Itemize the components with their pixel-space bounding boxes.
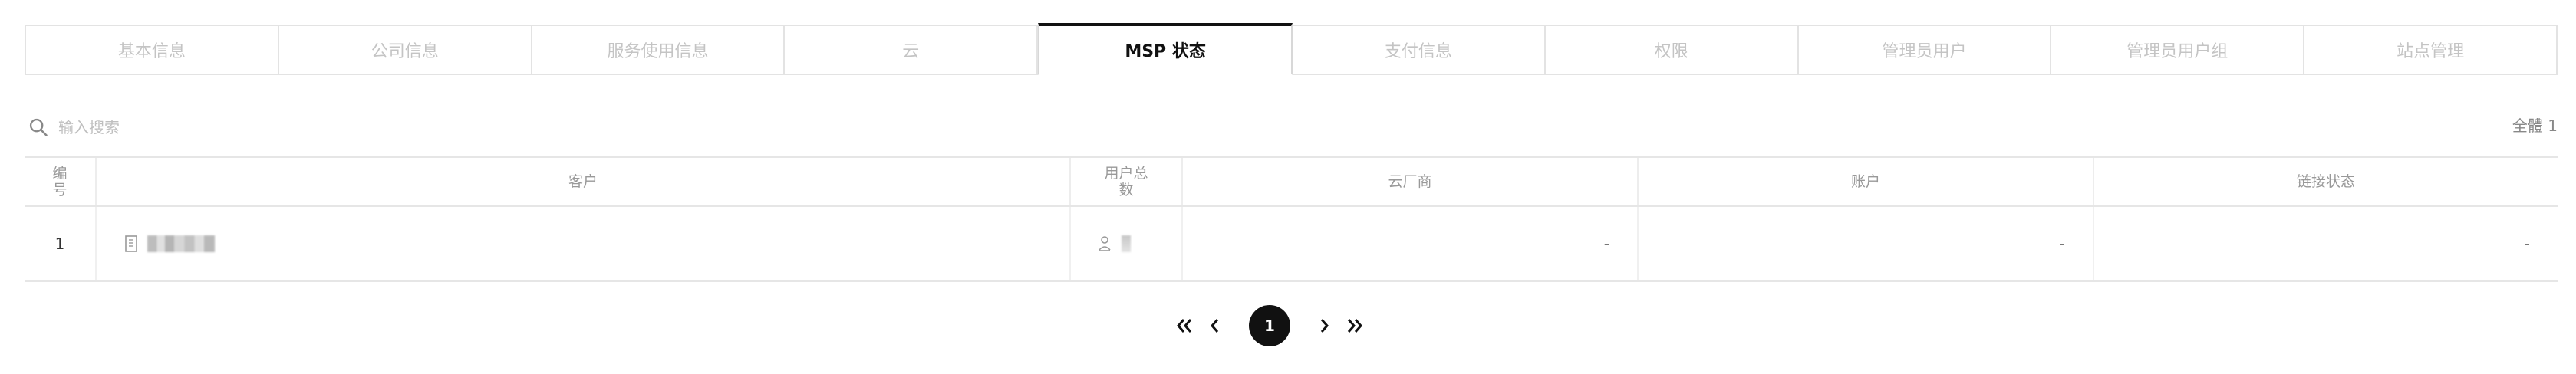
tab-admin-users[interactable]: 管理员用户: [1798, 25, 2052, 75]
tab-site-management[interactable]: 站点管理: [2304, 25, 2558, 75]
search-input[interactable]: [58, 118, 365, 136]
cell-account: -: [1639, 207, 2094, 280]
tab-bar: 基本信息 公司信息 服务使用信息 云 MSP 状态 支付信息 权限 管理员用户 …: [25, 23, 2558, 75]
user-count-redacted: [1122, 235, 1131, 252]
tab-basic-info[interactable]: 基本信息: [25, 25, 279, 75]
user-icon: [1099, 236, 1111, 251]
header-number[interactable]: 编号: [25, 158, 97, 205]
tab-company-info[interactable]: 公司信息: [278, 25, 532, 75]
header-customer[interactable]: 客户: [97, 158, 1071, 205]
page-number-current[interactable]: 1: [1249, 305, 1290, 346]
tab-msp-status[interactable]: MSP 状态: [1038, 23, 1293, 75]
pagination: 1: [1169, 305, 1370, 346]
cell-cloud-vendor: -: [1183, 207, 1639, 280]
cell-user-count: [1071, 207, 1183, 280]
table-row[interactable]: 1 - - -: [25, 207, 2558, 282]
header-account[interactable]: 账户: [1639, 158, 2094, 205]
tab-cloud[interactable]: 云: [785, 25, 1039, 75]
search-icon[interactable]: [28, 116, 49, 138]
next-page-button[interactable]: [1309, 310, 1339, 341]
customer-name-redacted: [147, 235, 215, 252]
chevrons-left-icon: [1177, 319, 1192, 333]
header-cloud-vendor[interactable]: 云厂商: [1183, 158, 1639, 205]
prev-page-button[interactable]: [1200, 310, 1230, 341]
header-user-count[interactable]: 用户总数: [1071, 158, 1183, 205]
header-user-count-label: 用户总数: [1104, 165, 1148, 198]
search-bar: [28, 113, 365, 141]
cell-customer[interactable]: [97, 207, 1071, 280]
last-page-button[interactable]: [1339, 310, 1370, 341]
header-number-label: 编号: [52, 165, 68, 198]
tab-payment-info[interactable]: 支付信息: [1292, 25, 1546, 75]
cell-number: 1: [25, 207, 97, 280]
table-header: 编号 客户 用户总数 云厂商 账户 链接状态: [25, 156, 2558, 207]
header-link-status[interactable]: 链接状态: [2094, 158, 2558, 205]
tab-permissions[interactable]: 权限: [1545, 25, 1799, 75]
chevron-left-icon: [1211, 319, 1219, 333]
chevrons-right-icon: [1347, 319, 1362, 333]
first-page-button[interactable]: [1169, 310, 1200, 341]
building-icon: [125, 235, 137, 252]
total-count: 全體 1: [2512, 116, 2558, 135]
msp-status-table: 编号 客户 用户总数 云厂商 账户 链接状态 1 - - -: [25, 156, 2558, 282]
chevron-right-icon: [1320, 319, 1329, 333]
tab-admin-groups[interactable]: 管理员用户组: [2051, 25, 2305, 75]
tab-service-usage[interactable]: 服务使用信息: [532, 25, 786, 75]
cell-link-status: -: [2524, 235, 2530, 253]
